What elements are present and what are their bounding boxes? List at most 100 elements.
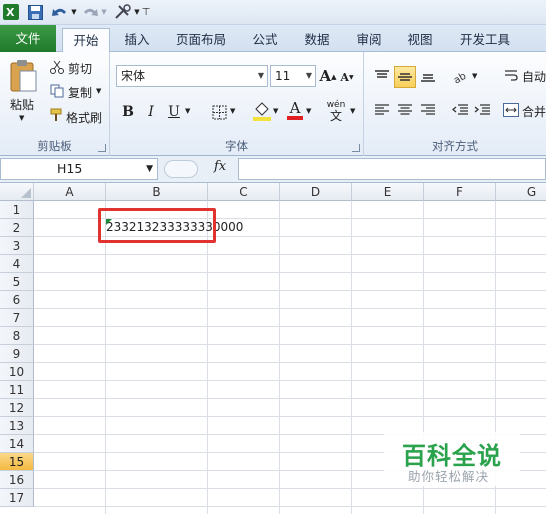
align-center-icon[interactable] <box>395 100 415 120</box>
column-header-g[interactable]: G <box>496 183 546 201</box>
redo-icon[interactable] <box>82 3 100 21</box>
increase-indent-icon[interactable] <box>472 100 492 120</box>
font-name-select[interactable]: 宋体 ▼ <box>116 65 268 87</box>
fill-color-icon[interactable] <box>252 100 272 122</box>
align-bottom-icon[interactable] <box>418 66 438 86</box>
tab-insert[interactable]: 插入 <box>116 28 158 52</box>
customize-qat-icon[interactable]: ⊤ <box>141 3 151 21</box>
italic-button[interactable]: I <box>143 102 159 122</box>
tab-page-layout[interactable]: 页面布局 <box>168 28 234 52</box>
undo-icon[interactable] <box>50 3 70 21</box>
font-color-dropdown-icon[interactable]: ▼ <box>306 107 311 115</box>
copy-dropdown-icon[interactable]: ▼ <box>96 87 101 95</box>
copy-button[interactable]: 复制 <box>68 84 92 101</box>
row-header-17[interactable]: 17 <box>0 489 34 507</box>
row-header-6[interactable]: 6 <box>0 291 34 309</box>
tools-dropdown-icon[interactable]: ▼ <box>133 3 141 21</box>
borders-dropdown-icon[interactable]: ▼ <box>230 107 235 115</box>
paste-icon[interactable] <box>6 58 40 94</box>
gridline <box>34 380 546 381</box>
name-box[interactable]: H15 ▼ <box>0 158 158 180</box>
align-right-icon[interactable] <box>418 100 438 120</box>
phonetic-guide-button[interactable]: wén 文 <box>322 99 350 123</box>
insert-function-icon[interactable]: fx <box>214 159 226 174</box>
row-header-4[interactable]: 4 <box>0 255 34 273</box>
font-size-select[interactable]: 11 ▼ <box>270 65 316 87</box>
grow-font-button[interactable]: A ▲ <box>319 66 336 86</box>
decrease-indent-icon[interactable] <box>450 100 470 120</box>
phonetic-dropdown-icon[interactable]: ▼ <box>350 107 355 115</box>
wrap-text-icon[interactable] <box>502 66 520 86</box>
paste-button[interactable]: 粘贴 <box>10 96 34 113</box>
tab-view[interactable]: 视图 <box>399 28 441 52</box>
align-top-icon[interactable] <box>372 66 392 86</box>
borders-icon[interactable] <box>210 102 228 122</box>
name-box-dropdown-icon[interactable]: ▼ <box>146 159 153 179</box>
clipboard-group: 粘贴 ▼ 剪切 复制 ▼ 格式刷 剪贴板 <box>0 52 110 156</box>
merge-center-icon[interactable] <box>502 100 520 120</box>
column-header-d[interactable]: D <box>280 183 352 201</box>
format-painter-button[interactable]: 格式刷 <box>66 109 102 126</box>
row-header-16[interactable]: 16 <box>0 471 34 489</box>
row-header-1[interactable]: 1 <box>0 201 34 219</box>
clipboard-dialog-launcher-icon[interactable] <box>98 144 106 152</box>
tools-icon[interactable] <box>113 3 133 21</box>
orientation-dropdown-icon[interactable]: ▼ <box>472 72 477 80</box>
tab-developer[interactable]: 开发工具 <box>452 28 518 52</box>
column-header-c[interactable]: C <box>208 183 280 201</box>
fill-color-dropdown-icon[interactable]: ▼ <box>273 107 278 115</box>
scissors-icon[interactable] <box>50 60 64 74</box>
align-middle-icon[interactable] <box>394 66 416 88</box>
underline-button[interactable]: U <box>166 102 182 122</box>
merge-button[interactable]: 合并 <box>522 103 546 120</box>
save-icon[interactable] <box>27 3 43 21</box>
font-size-dropdown-icon[interactable]: ▼ <box>306 66 312 86</box>
gridline <box>34 254 546 255</box>
paste-dropdown-icon[interactable]: ▼ <box>19 114 24 122</box>
row-header-11[interactable]: 11 <box>0 381 34 399</box>
select-all-corner[interactable] <box>0 183 34 201</box>
cut-button[interactable]: 剪切 <box>68 60 92 77</box>
format-painter-icon[interactable] <box>50 108 64 122</box>
row-header-7[interactable]: 7 <box>0 309 34 327</box>
svg-text:X: X <box>6 6 15 19</box>
column-header-a[interactable]: A <box>34 183 106 201</box>
column-header-e[interactable]: E <box>352 183 424 201</box>
redo-dropdown-icon[interactable]: ▼ <box>100 3 108 21</box>
watermark: 百科全说 助你轻松解决 <box>384 432 520 486</box>
formula-bar-resize-handle[interactable] <box>164 160 198 178</box>
row-header-5[interactable]: 5 <box>0 273 34 291</box>
column-header-b[interactable]: B <box>106 183 208 201</box>
shrink-font-button[interactable]: A ▼ <box>340 68 354 86</box>
formula-input[interactable] <box>238 158 546 180</box>
gridline <box>34 290 546 291</box>
row-header-13[interactable]: 13 <box>0 417 34 435</box>
row-header-8[interactable]: 8 <box>0 327 34 345</box>
undo-dropdown-icon[interactable]: ▼ <box>70 3 78 21</box>
font-dialog-launcher-icon[interactable] <box>352 144 360 152</box>
font-name-dropdown-icon[interactable]: ▼ <box>258 66 264 86</box>
copy-icon[interactable] <box>50 84 64 98</box>
tab-file[interactable]: 文件 <box>0 25 56 52</box>
row-header-12[interactable]: 12 <box>0 399 34 417</box>
row-header-15[interactable]: 15 <box>0 453 34 471</box>
quick-access-toolbar: X ▼ ▼ ▼ ⊤ <box>0 0 546 25</box>
row-header-14[interactable]: 14 <box>0 435 34 453</box>
wrap-text-button[interactable]: 自动 <box>522 68 546 85</box>
row-header-10[interactable]: 10 <box>0 363 34 381</box>
font-color-button[interactable]: A <box>286 98 304 122</box>
row-header-2[interactable]: 2 <box>0 219 34 237</box>
tab-home[interactable]: 开始 <box>62 28 110 53</box>
tab-data[interactable]: 数据 <box>296 28 338 52</box>
align-left-icon[interactable] <box>372 100 392 120</box>
tab-formulas[interactable]: 公式 <box>244 28 286 52</box>
underline-dropdown-icon[interactable]: ▼ <box>185 107 190 115</box>
bold-button[interactable]: B <box>120 102 136 122</box>
watermark-subtitle: 助你轻松解决 <box>408 469 490 484</box>
gridline <box>34 344 546 345</box>
tab-review[interactable]: 审阅 <box>348 28 390 52</box>
orientation-icon[interactable]: ab <box>450 66 472 86</box>
row-header-3[interactable]: 3 <box>0 237 34 255</box>
row-header-9[interactable]: 9 <box>0 345 34 363</box>
column-header-f[interactable]: F <box>424 183 496 201</box>
